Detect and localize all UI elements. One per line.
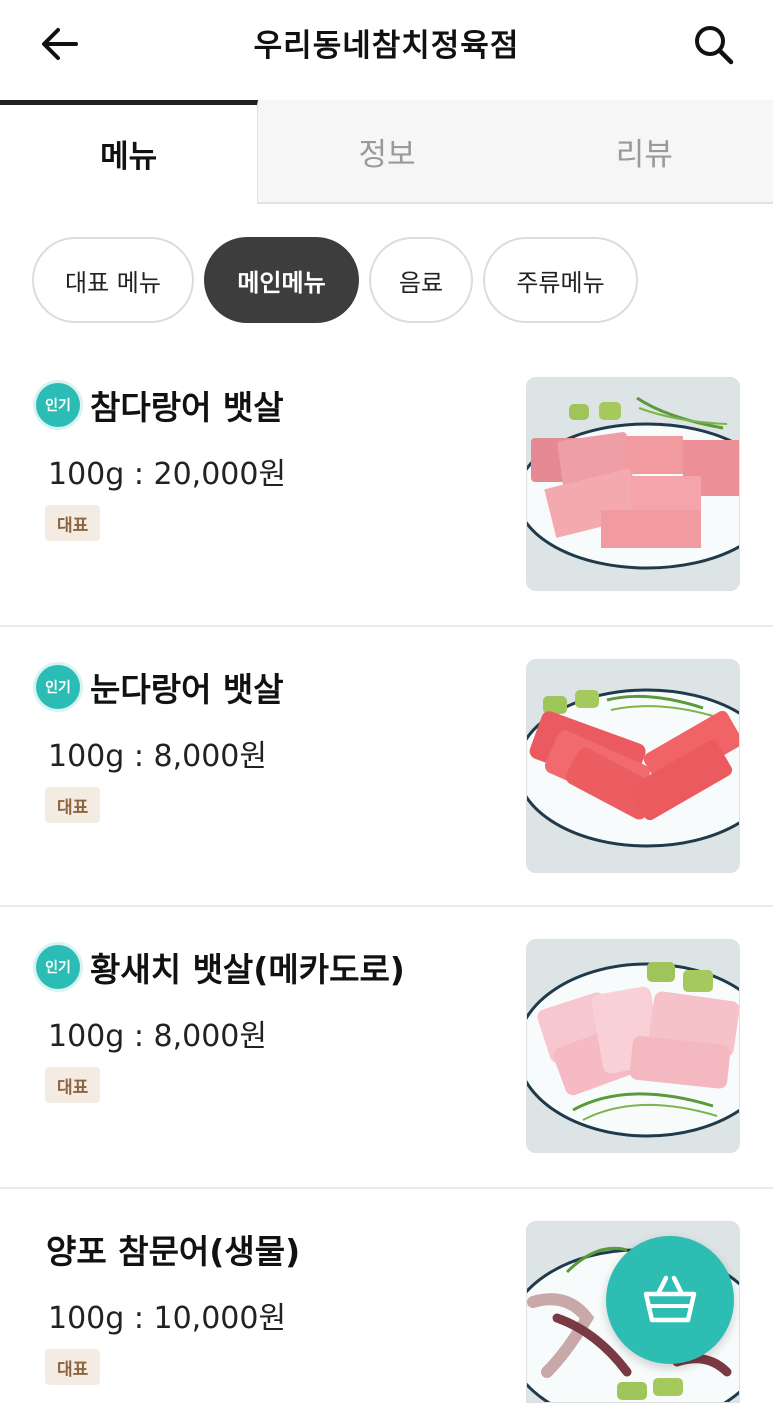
tab-info[interactable]: 정보 [258, 100, 515, 202]
store-title: 우리동네참치정육점 [253, 28, 520, 64]
search-button[interactable] [688, 20, 738, 68]
menu-item-name: 양포 참문어(생물) [46, 1232, 301, 1271]
signature-tag: 대표 [45, 787, 101, 823]
bigeye-tuna-photo [527, 660, 739, 872]
app-header: 우리동네참치정육점 [0, 0, 773, 100]
menu-item-price: 100g : 8,000원 [48, 1019, 267, 1054]
tuna-belly-photo [527, 378, 739, 590]
menu-item-name: 참다랑어 뱃살 [90, 388, 284, 427]
chip-main-menu[interactable]: 메인메뉴 [204, 237, 359, 323]
popular-badge: 인기 [36, 665, 80, 709]
menu-item-price: 100g : 8,000원 [48, 739, 267, 774]
signature-tag: 대표 [45, 505, 101, 541]
menu-item-title-row: 인기 눈다랑어 뱃살 [36, 663, 284, 711]
menu-item[interactable]: 인기 눈다랑어 뱃살 100g : 8,000원 대표 [0, 627, 773, 907]
popular-badge: 인기 [36, 383, 80, 427]
menu-item-title-row: 인기 황새치 뱃살(메카도로) [36, 943, 405, 991]
menu-item-photo [526, 939, 740, 1153]
popular-badge: 인기 [36, 945, 80, 989]
tab-review[interactable]: 리뷰 [516, 100, 773, 202]
menu-item-title-row: 양포 참문어(생물) [46, 1225, 300, 1273]
basket-icon [643, 1275, 697, 1323]
menu-item-photo [526, 659, 740, 873]
chip-drinks[interactable]: 음료 [369, 237, 473, 323]
tab-bar: 메뉴 정보 리뷰 [0, 100, 773, 204]
swordfish-belly-photo [527, 940, 739, 1152]
menu-item-title-row: 인기 참다랑어 뱃살 [36, 381, 284, 429]
signature-tag: 대표 [45, 1349, 101, 1385]
menu-item-name: 눈다랑어 뱃살 [90, 670, 284, 709]
menu-item-price: 100g : 10,000원 [48, 1301, 287, 1336]
search-icon [695, 26, 734, 65]
menu-item[interactable]: 인기 참다랑어 뱃살 100g : 20,000원 대표 [0, 345, 773, 627]
category-chips: 대표 메뉴 메인메뉴 음료 주류메뉴 [32, 237, 638, 323]
tab-menu[interactable]: 메뉴 [0, 100, 259, 204]
cart-button[interactable] [606, 1236, 734, 1364]
menu-item-price: 100g : 20,000원 [48, 457, 287, 492]
menu-item-photo [526, 377, 740, 591]
menu-item-name: 황새치 뱃살(메카도로) [90, 950, 405, 989]
chip-alcohol-menu[interactable]: 주류메뉴 [483, 237, 638, 323]
chip-signature-menu[interactable]: 대표 메뉴 [32, 237, 194, 323]
menu-item[interactable]: 인기 황새치 뱃살(메카도로) 100g : 8,000원 대표 [0, 907, 773, 1189]
signature-tag: 대표 [45, 1067, 101, 1103]
